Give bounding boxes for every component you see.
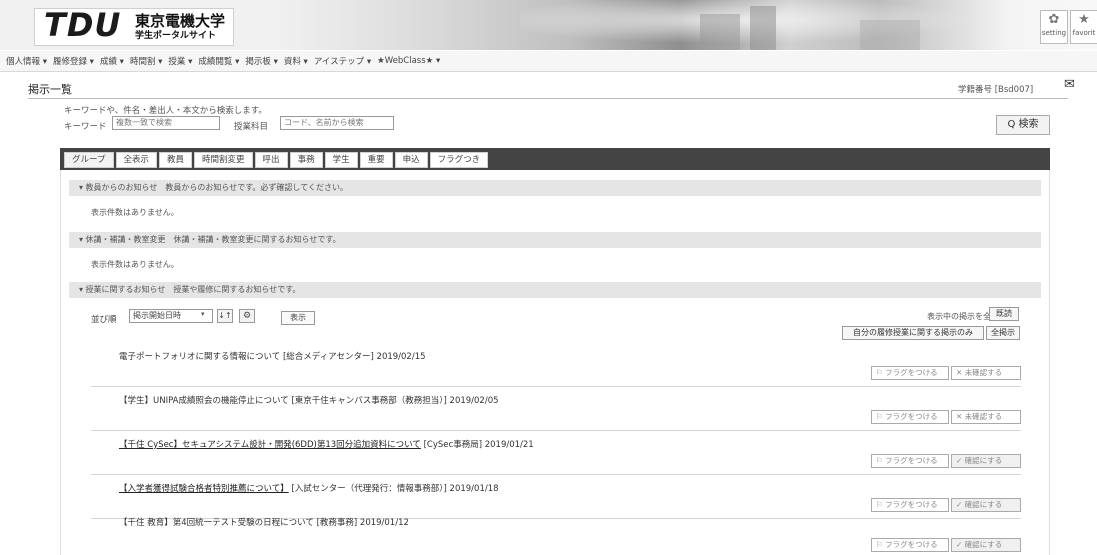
list-item: 【千住 教育】第4回統一テスト受験の日程について [教務事務] 2019/01/…	[91, 510, 1021, 552]
section-empty-text: 表示件数はありません。	[91, 208, 179, 217]
flag-button[interactable]: ⚐ フラグをつける	[871, 538, 949, 552]
notice-date: 2019/02/05	[449, 396, 499, 406]
tab-student[interactable]: 学生	[324, 152, 358, 168]
course-input[interactable]: コード、名前から検索	[280, 116, 394, 130]
notice-sender: [東京千住キャンパス事務部（教務担当）]	[291, 396, 447, 406]
search-button[interactable]: Q 検索	[996, 115, 1050, 135]
menu-item[interactable]: 個人情報 ▾	[6, 55, 47, 67]
notice-line: 【入学者獲得試験合格者特別推薦について】 [入試センター（代理発行：情報事務部）…	[119, 482, 499, 494]
section-header-class[interactable]: ▾ 授業に関するお知らせ 授業や履修に関するお知らせです。	[69, 282, 1041, 298]
notice-date: 2019/02/15	[376, 352, 426, 362]
notice-title[interactable]: 【千住 CySec】セキュアシステム設計・開発(6DD)第13回分追加資料につい…	[119, 440, 421, 450]
tab-bar: グループ 全表示 教員 時間割変更 呼出 事務 学生 重要 申込 フラグつき	[60, 148, 1050, 170]
notice-line: 電子ポートフォリオに関する情報について [総合メディアセンター] 2019/02…	[119, 350, 426, 362]
logo-tdu-text: TDU	[44, 6, 122, 44]
gear-icon: ✿	[1048, 12, 1060, 27]
menu-item[interactable]: 成績閲覧 ▾	[198, 55, 239, 67]
tab-application[interactable]: 申込	[394, 152, 428, 168]
notice-sender: [教務事務]	[316, 518, 358, 528]
menu-item[interactable]: 掲示板 ▾	[245, 55, 277, 67]
notice-content: ▾ 教員からのお知らせ 教員からのお知らせです。必ず確認してください。 表示件数…	[60, 170, 1050, 555]
portal-header: TDU 東京電機大学 学生ポータルサイト ✿ setting ★ favorit	[0, 0, 1097, 50]
search-description: キーワードや、件名・差出人・本文から検索します。	[64, 106, 267, 116]
tab-timetable-change[interactable]: 時間割変更	[194, 152, 253, 168]
flag-button[interactable]: ⚐ フラグをつける	[871, 454, 949, 468]
notice-line: 【千住 CySec】セキュアシステム設計・開発(6DD)第13回分追加資料につい…	[119, 438, 534, 450]
notice-title[interactable]: 【学生】UNIPA成績照会の機能停止について	[119, 396, 289, 406]
title-row: 掲示一覧 学籍番号 [Bsd007] ✉	[28, 77, 1075, 99]
notice-line: 【学生】UNIPA成績照会の機能停止について [東京千住キャンパス事務部（教務担…	[119, 394, 499, 406]
notice-title[interactable]: 【千住 教育】第4回統一テスト受験の日程について	[119, 518, 314, 528]
my-courses-filter-button[interactable]: 自分の履修授業に関する掲示のみ	[842, 326, 984, 340]
all-notices-button[interactable]: 全掲示	[986, 326, 1020, 340]
page-title: 掲示一覧	[28, 83, 72, 96]
check-button[interactable]: ✓ 確認にする	[951, 538, 1021, 552]
favorite-button[interactable]: ★ favorit	[1070, 10, 1097, 44]
keyword-input[interactable]: 複数一致で検索	[112, 116, 220, 130]
notice-sender: [入試センター（代理発行：情報事務部）]	[291, 484, 447, 494]
notice-sender: [CySec事務局]	[423, 440, 483, 450]
tab-all[interactable]: 全表示	[115, 152, 158, 168]
tab-office[interactable]: 事務	[289, 152, 323, 168]
gear-icon[interactable]: ⚙	[239, 309, 255, 323]
inbox-icon[interactable]: ✉	[1064, 77, 1075, 92]
banner-building	[700, 14, 740, 50]
tab-flagged[interactable]: フラグつき	[429, 152, 489, 168]
list-item: 【千住 CySec】セキュアシステム設計・開発(6DD)第13回分追加資料につい…	[91, 432, 1021, 475]
setting-label: setting	[1041, 29, 1067, 37]
list-item: 電子ポートフォリオに関する情報について [総合メディアセンター] 2019/02…	[91, 344, 1021, 387]
user-id-label: 学籍番号 [Bsd007]	[958, 85, 1034, 95]
tab-important[interactable]: 重要	[359, 152, 393, 168]
menu-item[interactable]: 時間割 ▾	[130, 55, 162, 67]
section-header-cancel[interactable]: ▾ 休講・補講・教室変更 休講・補講・教室変更に関するお知らせです。	[69, 232, 1041, 248]
notice-sender: [総合メディアセンター]	[282, 352, 374, 362]
course-label: 授業科目	[234, 122, 269, 132]
notice-date: 2019/01/12	[359, 518, 409, 528]
menu-item[interactable]: 成績 ▾	[100, 55, 124, 67]
star-icon: ★	[1078, 12, 1090, 27]
list-item: 【学生】UNIPA成績照会の機能停止について [東京千住キャンパス事務部（教務担…	[91, 388, 1021, 431]
check-button[interactable]: ✓ 確認にする	[951, 454, 1021, 468]
favorite-label: favorit	[1072, 29, 1096, 37]
sort-direction-button[interactable]: ↓↑	[217, 309, 233, 323]
tab-call[interactable]: 呼出	[254, 152, 288, 168]
banner-sky	[520, 0, 1040, 50]
notice-date: 2019/01/21	[484, 440, 534, 450]
sort-label: 並び順	[91, 315, 117, 325]
notice-title[interactable]: 電子ポートフォリオに関する情報について	[119, 352, 280, 362]
notice-date: 2019/01/18	[449, 484, 499, 494]
keyword-label: キーワード	[64, 122, 107, 132]
main-menu: 個人情報 ▾ 履修登録 ▾ 成績 ▾ 時間割 ▾ 授業 ▾ 成績閲覧 ▾ 掲示板…	[0, 51, 1097, 72]
tab-teacher[interactable]: 教員	[159, 152, 193, 168]
check-button[interactable]: ✕ 未確認する	[951, 410, 1021, 424]
notice-line: 【千住 教育】第4回統一テスト受験の日程について [教務事務] 2019/01/…	[119, 516, 409, 528]
tab-group[interactable]: グループ	[64, 152, 114, 168]
mark-all-read-button[interactable]: 既読	[989, 307, 1019, 321]
chevron-down-icon: ▾	[201, 310, 205, 318]
logo-portal-name: 学生ポータルサイト	[135, 31, 217, 41]
menu-item[interactable]: ★WebClass★ ▾	[377, 56, 440, 66]
section-header-teacher[interactable]: ▾ 教員からのお知らせ 教員からのお知らせです。必ず確認してください。	[69, 180, 1041, 196]
menu-item[interactable]: アイステップ ▾	[314, 55, 371, 67]
flag-button[interactable]: ⚐ フラグをつける	[871, 366, 949, 380]
banner-building	[860, 20, 920, 50]
menu-item[interactable]: 履修登録 ▾	[53, 55, 94, 67]
section-empty-text: 表示件数はありません。	[91, 260, 179, 269]
flag-button[interactable]: ⚐ フラグをつける	[871, 410, 949, 424]
setting-button[interactable]: ✿ setting	[1040, 10, 1068, 44]
notice-title[interactable]: 【入学者獲得試験合格者特別推薦について】	[119, 484, 289, 494]
menu-item[interactable]: 資料 ▾	[284, 55, 308, 67]
banner-building	[750, 6, 776, 50]
menu-item[interactable]: 授業 ▾	[168, 55, 192, 67]
check-button[interactable]: ✕ 未確認する	[951, 366, 1021, 380]
show-button[interactable]: 表示	[281, 311, 315, 325]
